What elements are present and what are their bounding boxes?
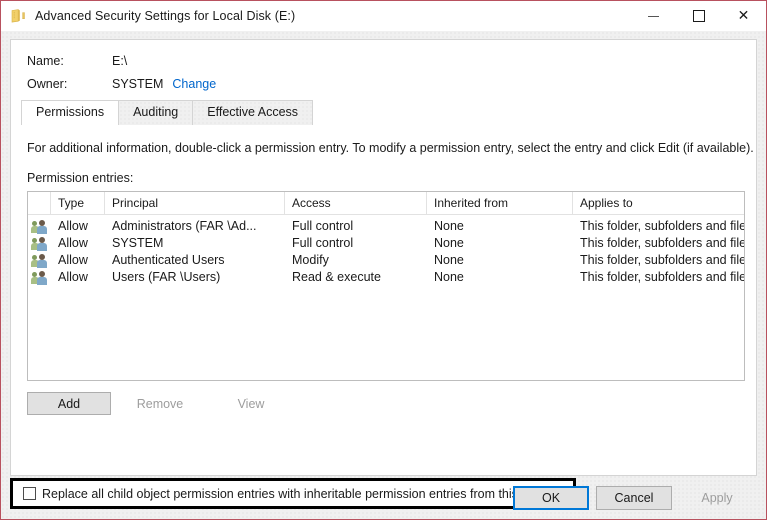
table-row[interactable]: Allow Users (FAR \Users) Read & execute … xyxy=(28,269,744,286)
column-header-type[interactable]: Type xyxy=(51,192,105,214)
cell-access: Full control xyxy=(292,236,354,250)
title-bar: Advanced Security Settings for Local Dis… xyxy=(1,1,766,31)
owner-value: SYSTEM xyxy=(112,77,164,91)
cell-applies-to: This folder, subfolders and files xyxy=(580,236,744,250)
close-button[interactable]: ✕ xyxy=(721,1,766,31)
close-icon: ✕ xyxy=(737,8,750,24)
instruction-text: For additional information, double-click… xyxy=(27,141,754,155)
table-row[interactable]: Allow Administrators (FAR \Ad... Full co… xyxy=(28,218,744,235)
table-row[interactable]: Allow Authenticated Users Modify None Th… xyxy=(28,252,744,269)
maximize-icon xyxy=(692,10,705,22)
cell-type: Allow xyxy=(58,236,88,250)
name-value: E:\ xyxy=(112,54,128,68)
group-users-icon xyxy=(28,269,51,286)
entry-action-bar: Add Remove View xyxy=(27,392,745,415)
name-label: Name: xyxy=(27,54,64,68)
replace-child-permissions-checkbox[interactable] xyxy=(23,487,36,500)
permission-entries-list[interactable]: Type Principal Access Inherited from App… xyxy=(27,191,745,381)
tab-strip: Permissions Auditing Effective Access xyxy=(21,100,756,125)
cell-inherited-from: None xyxy=(434,253,464,267)
cell-applies-to: This folder, subfolders and files xyxy=(580,270,744,284)
object-info: Name: E:\ Owner: SYSTEM Change xyxy=(11,40,756,91)
ok-button[interactable]: OK xyxy=(513,486,589,510)
table-row[interactable]: Allow SYSTEM Full control None This fold… xyxy=(28,235,744,252)
column-header-applies-to[interactable]: Applies to xyxy=(573,192,744,214)
minimize-button[interactable] xyxy=(631,1,676,31)
tab-auditing-label: Auditing xyxy=(133,105,179,119)
table-body: Allow Administrators (FAR \Ad... Full co… xyxy=(28,215,744,286)
group-users-icon xyxy=(28,218,51,235)
cancel-button[interactable]: Cancel xyxy=(596,486,672,510)
owner-label: Owner: xyxy=(27,77,68,91)
cell-access: Read & execute xyxy=(292,270,381,284)
cell-access: Modify xyxy=(292,253,329,267)
column-header-principal[interactable]: Principal xyxy=(105,192,285,214)
cell-principal: Administrators (FAR \Ad... xyxy=(112,219,257,233)
cell-principal: Authenticated Users xyxy=(112,253,225,267)
cell-type: Allow xyxy=(58,219,88,233)
main-panel: Name: E:\ Owner: SYSTEM Change Permissio… xyxy=(10,39,757,476)
replace-child-permissions-label[interactable]: Replace all child object permission entr… xyxy=(42,487,555,501)
name-row: Name: E:\ xyxy=(27,54,756,68)
column-header-icon[interactable] xyxy=(28,192,51,214)
dialog-client-area: Name: E:\ Owner: SYSTEM Change Permissio… xyxy=(1,31,766,519)
group-users-icon xyxy=(28,252,51,269)
cell-inherited-from: None xyxy=(434,270,464,284)
change-owner-link[interactable]: Change xyxy=(172,77,216,91)
folder-drive-icon xyxy=(10,8,26,24)
owner-row: Owner: SYSTEM Change xyxy=(27,77,756,91)
replace-permissions-highlight: Replace all child object permission entr… xyxy=(10,478,576,509)
cell-access: Full control xyxy=(292,219,354,233)
permission-entries-label: Permission entries: xyxy=(27,171,134,185)
minimize-icon xyxy=(648,15,659,17)
column-header-access[interactable]: Access xyxy=(285,192,427,214)
tab-permissions[interactable]: Permissions xyxy=(21,100,120,125)
cell-type: Allow xyxy=(58,253,88,267)
cell-inherited-from: None xyxy=(434,219,464,233)
cell-applies-to: This folder, subfolders and files xyxy=(580,253,744,267)
tab-permissions-label: Permissions xyxy=(36,105,105,119)
tab-effective-access[interactable]: Effective Access xyxy=(192,100,314,125)
permissions-tab-content: For additional information, double-click… xyxy=(11,141,756,415)
cell-type: Allow xyxy=(58,270,88,284)
advanced-security-settings-window: Advanced Security Settings for Local Dis… xyxy=(0,0,767,520)
view-button: View xyxy=(209,392,293,415)
group-users-icon xyxy=(28,235,51,252)
cell-applies-to: This folder, subfolders and files xyxy=(580,219,744,233)
cell-principal: Users (FAR \Users) xyxy=(112,270,221,284)
window-title: Advanced Security Settings for Local Dis… xyxy=(35,9,296,23)
dialog-footer: OK Cancel Apply xyxy=(506,486,755,510)
window-controls: ✕ xyxy=(631,1,766,31)
add-button[interactable]: Add xyxy=(27,392,111,415)
cell-principal: SYSTEM xyxy=(112,236,164,250)
remove-button: Remove xyxy=(118,392,202,415)
tab-effective-access-label: Effective Access xyxy=(207,105,299,119)
table-header-row: Type Principal Access Inherited from App… xyxy=(28,192,744,215)
maximize-button[interactable] xyxy=(676,1,721,31)
apply-button: Apply xyxy=(679,486,755,510)
tab-auditing[interactable]: Auditing xyxy=(118,100,194,125)
cell-inherited-from: None xyxy=(434,236,464,250)
column-header-inherited-from[interactable]: Inherited from xyxy=(427,192,573,214)
